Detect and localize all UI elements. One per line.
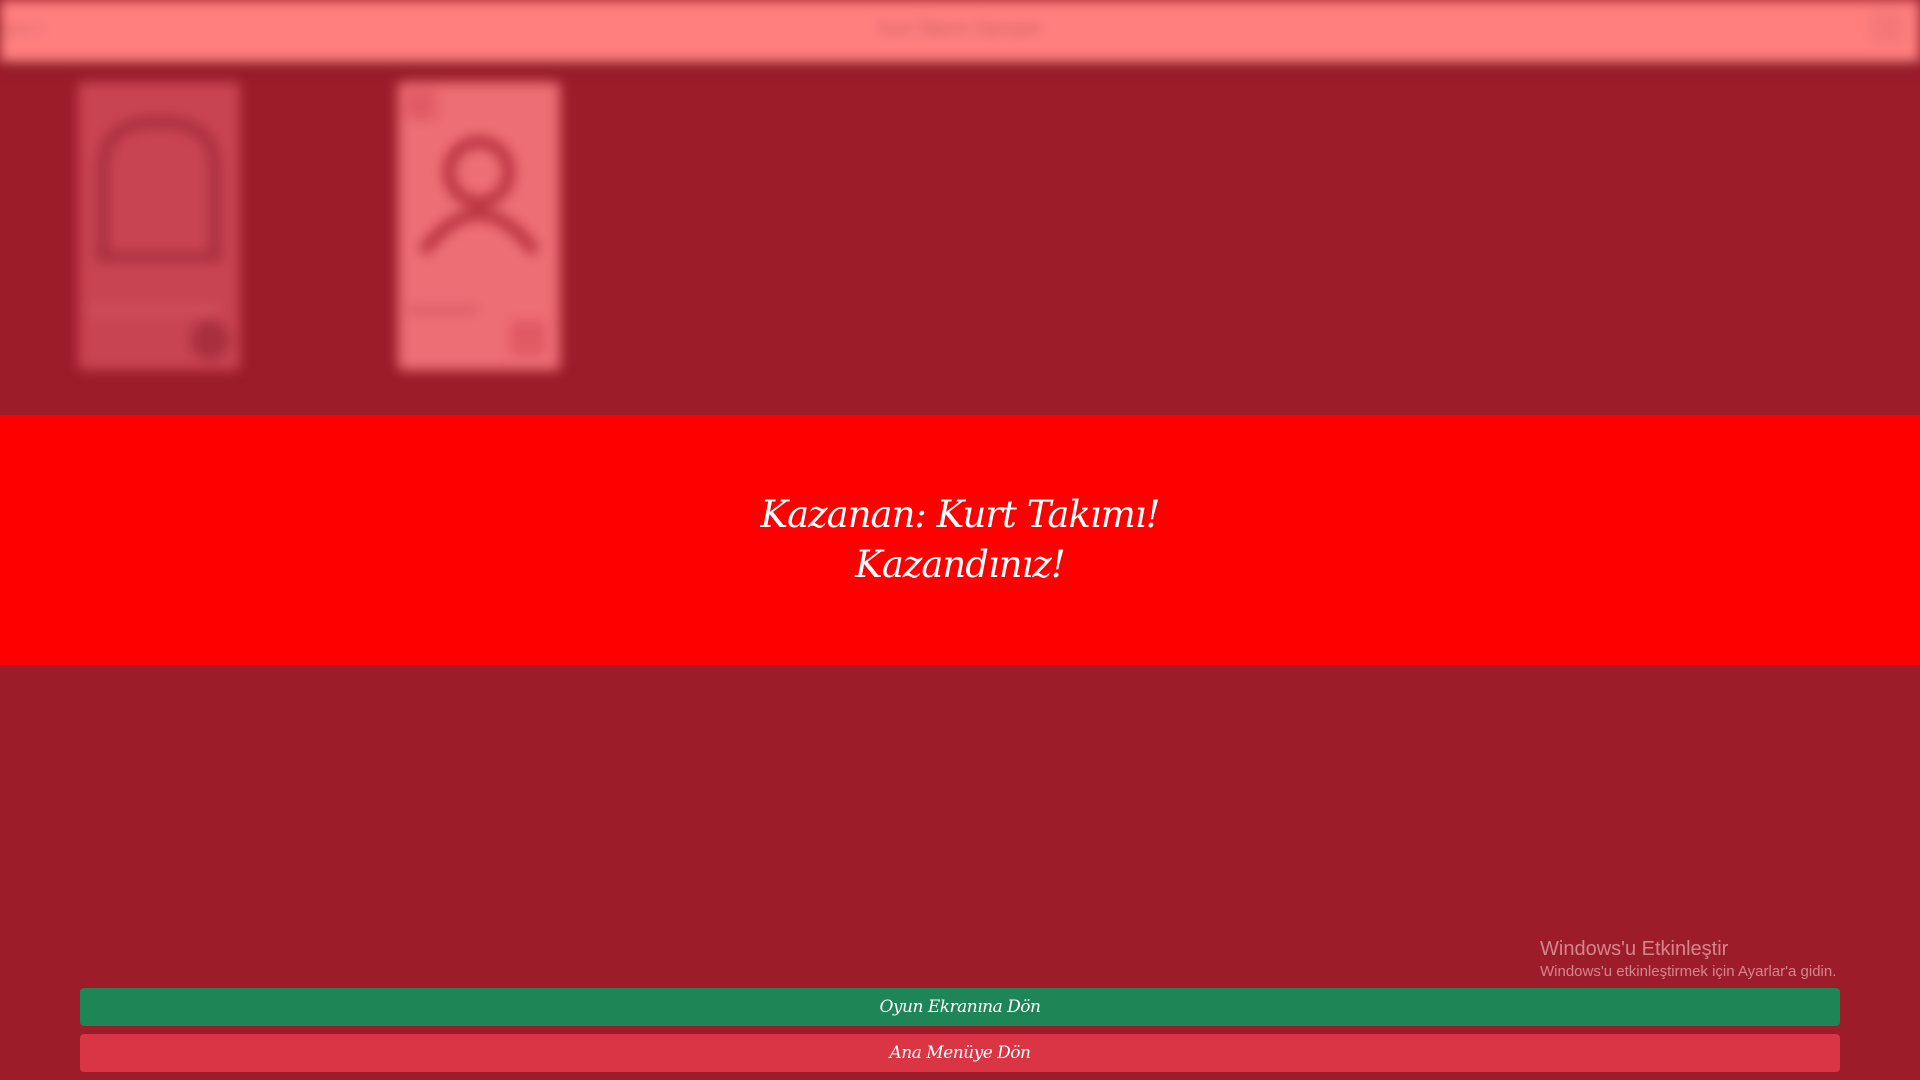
watermark-title: Windows'u Etkinleştir [1540, 938, 1729, 960]
back-to-main-menu-button[interactable]: Ana Menüye Dön [80, 1034, 1840, 1072]
player-card-dead [78, 82, 240, 370]
person-icon [406, 90, 546, 356]
victory-text: Kazandınız! [855, 543, 1066, 586]
top-bar-title: Kurt Takımı Oynuyor [878, 18, 1042, 38]
game-over-screen: Gece 1 Kurt Takımı Oynuyor Kazanan: Kurt… [0, 0, 1920, 1080]
player-card-alive [398, 82, 560, 370]
back-to-game-button[interactable]: Oyun Ekranına Dön [80, 988, 1840, 1026]
top-bar: Gece 1 Kurt Takımı Oynuyor [0, 0, 1920, 62]
windows-activation-watermark: Windows'u Etkinleştir Windows'u etkinleş… [1540, 936, 1836, 982]
tombstone-icon [88, 115, 230, 360]
winner-banner: Kazanan: Kurt Takımı! Kazandınız! [0, 415, 1920, 665]
winner-team-text: Kazanan: Kurt Takımı! [760, 493, 1160, 536]
hamburger-menu-icon [1870, 14, 1904, 42]
watermark-subtitle: Windows'u etkinleştirmek için Ayarlar'a … [1540, 963, 1837, 980]
